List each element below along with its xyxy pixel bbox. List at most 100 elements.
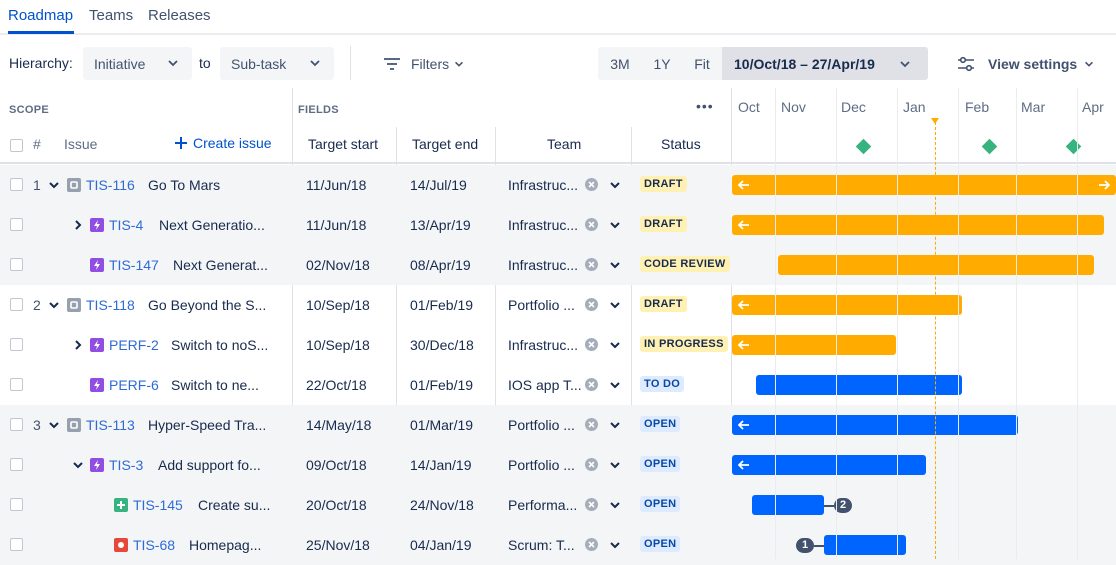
hierarchy-from-select[interactable]: Initiative xyxy=(83,47,192,80)
target-end-value[interactable]: 01/Feb/19 xyxy=(410,377,473,393)
issue-summary[interactable]: Hyper-Speed Tra... xyxy=(148,417,266,433)
target-end-value[interactable]: 30/Dec/18 xyxy=(410,337,474,353)
team-value[interactable]: Scrum: T... xyxy=(508,537,575,553)
date-range-picker[interactable]: 10/Oct/18 – 27/Apr/19 xyxy=(722,47,928,80)
tab-roadmap[interactable]: Roadmap xyxy=(8,7,73,24)
chevron-down-icon[interactable] xyxy=(608,498,622,512)
status-badge[interactable]: OPEN xyxy=(640,416,681,432)
roadmap-bar[interactable] xyxy=(752,495,824,515)
row-checkbox[interactable] xyxy=(10,378,23,391)
release-milestone-icon[interactable] xyxy=(1065,138,1082,155)
range-fit-button[interactable]: Fit xyxy=(682,47,722,80)
clear-team-icon[interactable] xyxy=(585,338,598,351)
target-start-value[interactable]: 25/Nov/18 xyxy=(306,537,370,553)
target-start-header[interactable]: Target start xyxy=(308,136,378,152)
row-checkbox[interactable] xyxy=(10,538,23,551)
chevron-down-icon[interactable] xyxy=(608,258,622,272)
chevron-down-icon[interactable] xyxy=(608,538,622,552)
chevron-down-icon[interactable] xyxy=(608,458,622,472)
table-row[interactable]: TIS-147 Next Generat... 02/Nov/18 08/Apr/19… xyxy=(0,245,1116,285)
clear-team-icon[interactable] xyxy=(585,458,598,471)
issue-key-link[interactable]: TIS-145 xyxy=(133,497,183,513)
table-row[interactable]: PERF-6 Switch to ne... 22/Oct/18 01/Feb/19 I… xyxy=(0,365,1116,405)
roadmap-bar[interactable] xyxy=(778,255,1094,275)
issue-summary[interactable]: Switch to ne... xyxy=(171,377,259,393)
issue-summary[interactable]: Next Generat... xyxy=(173,257,268,273)
roadmap-bar[interactable] xyxy=(732,295,962,315)
table-row[interactable]: PERF-2 Switch to noS... 10/Sep/18 30/Dec/18… xyxy=(0,325,1116,365)
target-start-value[interactable]: 11/Jun/18 xyxy=(306,217,366,233)
clear-team-icon[interactable] xyxy=(585,378,598,391)
issue-key-link[interactable]: TIS-4 xyxy=(109,217,143,233)
issue-summary[interactable]: Go Beyond the S... xyxy=(148,297,266,313)
team-header[interactable]: Team xyxy=(547,136,581,152)
table-row[interactable]: TIS-68 Homepag... 25/Nov/18 04/Jan/19 Scrum:… xyxy=(0,525,1116,565)
target-end-value[interactable]: 14/Jul/19 xyxy=(410,177,467,193)
chevron-right-icon[interactable] xyxy=(71,218,85,232)
status-badge[interactable]: IN PROGRESS xyxy=(640,336,728,352)
roadmap-bar[interactable] xyxy=(732,175,1116,195)
issue-key-link[interactable]: TIS-68 xyxy=(133,537,175,553)
target-start-value[interactable]: 02/Nov/18 xyxy=(306,257,370,273)
chevron-down-icon[interactable] xyxy=(608,218,622,232)
issue-key-link[interactable]: TIS-3 xyxy=(109,457,143,473)
team-value[interactable]: Infrastruc... xyxy=(508,177,578,193)
issue-summary[interactable]: Switch to noS... xyxy=(171,337,268,353)
status-badge[interactable]: OPEN xyxy=(640,456,681,472)
row-checkbox[interactable] xyxy=(10,298,23,311)
target-start-value[interactable]: 22/Oct/18 xyxy=(306,377,367,393)
team-value[interactable]: IOS app T... xyxy=(508,377,582,393)
status-badge[interactable]: OPEN xyxy=(640,496,681,512)
roadmap-bar[interactable] xyxy=(732,335,896,355)
issue-key-link[interactable]: PERF-6 xyxy=(109,377,159,393)
issue-summary[interactable]: Go To Mars xyxy=(148,177,220,193)
target-end-header[interactable]: Target end xyxy=(412,136,478,152)
release-milestone-icon[interactable] xyxy=(855,138,872,155)
target-start-value[interactable]: 11/Jun/18 xyxy=(306,177,366,193)
tab-teams[interactable]: Teams xyxy=(89,7,133,24)
more-options-icon[interactable]: ••• xyxy=(696,98,714,114)
chevron-right-icon[interactable] xyxy=(71,338,85,352)
status-badge[interactable]: DRAFT xyxy=(640,176,687,192)
row-checkbox[interactable] xyxy=(10,338,23,351)
status-header[interactable]: Status xyxy=(661,136,701,152)
team-value[interactable]: Portfolio ... xyxy=(508,417,575,433)
status-badge[interactable]: DRAFT xyxy=(640,296,687,312)
target-start-value[interactable]: 20/Oct/18 xyxy=(306,497,367,513)
view-settings-button[interactable]: View settings xyxy=(956,47,1106,80)
target-end-value[interactable]: 01/Mar/19 xyxy=(410,417,473,433)
chevron-down-icon[interactable] xyxy=(608,418,622,432)
target-end-value[interactable]: 01/Feb/19 xyxy=(410,297,473,313)
target-start-value[interactable]: 10/Sep/18 xyxy=(306,337,370,353)
filters-button[interactable]: Filters xyxy=(376,47,476,80)
hierarchy-to-select[interactable]: Sub-task xyxy=(220,47,334,80)
chevron-down-icon[interactable] xyxy=(608,178,622,192)
select-all-checkbox[interactable] xyxy=(10,139,23,152)
issue-summary[interactable]: Create su... xyxy=(198,497,270,513)
issue-summary[interactable]: Homepag... xyxy=(189,537,261,553)
team-value[interactable]: Infrastruc... xyxy=(508,217,578,233)
tab-releases[interactable]: Releases xyxy=(148,7,211,24)
status-badge[interactable]: CODE REVIEW xyxy=(640,256,730,272)
chevron-down-icon[interactable] xyxy=(608,298,622,312)
issue-summary[interactable]: Add support fo... xyxy=(158,457,261,473)
target-end-value[interactable]: 13/Apr/19 xyxy=(410,217,471,233)
row-checkbox[interactable] xyxy=(10,418,23,431)
issue-key-link[interactable]: TIS-147 xyxy=(109,257,159,273)
issue-summary[interactable]: Next Generatio... xyxy=(159,217,265,233)
table-row[interactable]: 2 TIS-118 Go Beyond the S... 10/Sep/18 01/Fe… xyxy=(0,285,1116,325)
team-value[interactable]: Infrastruc... xyxy=(508,257,578,273)
chevron-down-icon[interactable] xyxy=(71,458,85,472)
table-row[interactable]: TIS-3 Add support fo... 09/Oct/18 14/Jan/19… xyxy=(0,445,1116,485)
table-row[interactable]: TIS-145 Create su... 20/Oct/18 24/Nov/18 Per… xyxy=(0,485,1116,525)
target-start-value[interactable]: 10/Sep/18 xyxy=(306,297,370,313)
clear-team-icon[interactable] xyxy=(585,178,598,191)
table-row[interactable]: 3 TIS-113 Hyper-Speed Tra... 14/May/18 01/Ma… xyxy=(0,405,1116,445)
team-value[interactable]: Portfolio ... xyxy=(508,457,575,473)
dependency-count-badge[interactable]: 1 xyxy=(796,538,814,553)
roadmap-bar[interactable] xyxy=(732,215,1104,235)
range-3m-button[interactable]: 3M xyxy=(598,47,642,80)
release-milestone-icon[interactable] xyxy=(981,138,998,155)
clear-team-icon[interactable] xyxy=(585,258,598,271)
row-checkbox[interactable] xyxy=(10,458,23,471)
